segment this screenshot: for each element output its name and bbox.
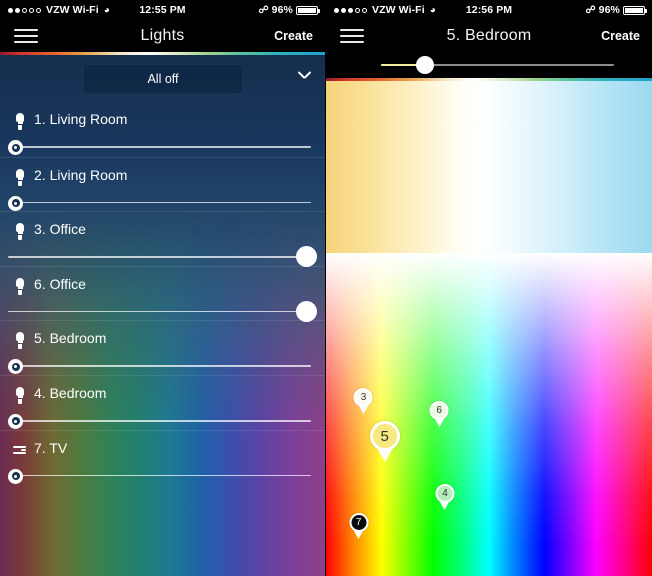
bulb-icon	[12, 332, 28, 350]
app-root: VZW Wi-Fi ◕ 12:55 PM ☍ 96% Lights Create…	[0, 0, 652, 576]
light-strip-icon	[12, 442, 28, 460]
light-row-3[interactable]: 3. Office	[0, 211, 325, 268]
light-row-5[interactable]: 5. Bedroom	[0, 320, 325, 375]
slider-knob-off[interactable]	[8, 413, 23, 429]
light-name-label: 2. Living Room	[34, 166, 128, 183]
color-marker-3[interactable]: 3	[353, 388, 373, 415]
marker-label: 4	[442, 488, 448, 500]
slider-knob-off[interactable]	[8, 140, 23, 155]
brightness-slider[interactable]	[8, 413, 317, 429]
battery-icon	[623, 5, 647, 15]
color-marker-6[interactable]: 6	[429, 401, 449, 428]
bluetooth-icon: ☍	[258, 4, 269, 16]
color-picker-canvas[interactable]: 3 6 5 4 7	[326, 81, 652, 576]
light-name-label: 5. Bedroom	[34, 330, 107, 347]
battery-percent-label: 96%	[271, 4, 293, 16]
bulb-icon	[12, 223, 28, 241]
brightness-slider[interactable]	[8, 300, 317, 322]
slider-knob-on[interactable]	[296, 300, 317, 322]
lights-list-screen: VZW Wi-Fi ◕ 12:55 PM ☍ 96% Lights Create…	[0, 0, 326, 576]
brightness-slider[interactable]	[8, 246, 317, 268]
slider-track	[16, 201, 311, 204]
hue-saturation-zone[interactable]	[326, 253, 652, 576]
color-marker-7[interactable]: 7	[349, 512, 369, 539]
light-row-2[interactable]: 2. Living Room	[0, 156, 325, 212]
slider-knob-on[interactable]	[296, 246, 317, 268]
light-row-1[interactable]: 1. Living Room	[0, 102, 325, 157]
all-off-button[interactable]: All off	[84, 65, 242, 93]
status-bar-right-group: ☍ 96%	[258, 4, 320, 16]
all-off-row: All off	[0, 55, 325, 102]
nav-bar-left: Lights Create	[0, 20, 325, 52]
marker-label: 6	[436, 405, 442, 417]
color-picker-screen: VZW Wi-Fi ◕ 12:56 PM ☍ 96% 5. Bedroom Cr…	[326, 0, 652, 576]
slider-knob-off[interactable]	[8, 359, 23, 375]
slider-track	[16, 474, 311, 477]
light-name-label: 4. Bedroom	[34, 384, 107, 401]
marker-tail	[358, 405, 369, 415]
slider-knob[interactable]	[415, 56, 434, 74]
lights-list-body: All off 1. Living Room 2. Living Room 3.…	[0, 55, 325, 576]
marker-label: 5	[380, 427, 389, 445]
marker-tail	[376, 448, 393, 463]
bulb-icon	[12, 386, 28, 405]
marker-bubble: 5	[369, 421, 400, 452]
slider-knob-off[interactable]	[8, 195, 23, 211]
chevron-down-icon[interactable]	[298, 72, 311, 85]
light-name-label: 3. Office	[34, 221, 86, 238]
light-row-7[interactable]: 7. TV	[0, 429, 325, 485]
color-marker-5[interactable]: 5	[369, 421, 400, 463]
marker-label: 3	[360, 392, 367, 404]
light-name-label: 1. Living Room	[34, 111, 128, 127]
color-marker-4[interactable]: 4	[435, 484, 455, 511]
brightness-slider[interactable]	[381, 56, 614, 74]
status-bar-right: VZW Wi-Fi ◕ 12:56 PM ☍ 96%	[326, 0, 652, 20]
battery-icon	[296, 5, 320, 15]
light-name-label: 6. Office	[34, 275, 86, 292]
nav-bar-right: 5. Bedroom Create	[326, 20, 652, 52]
color-temperature-zone[interactable]	[326, 81, 652, 253]
status-bar-right-group: ☍ 96%	[585, 4, 647, 16]
bulb-icon	[12, 277, 28, 296]
bluetooth-icon: ☍	[585, 4, 596, 16]
brightness-slider[interactable]	[8, 468, 317, 484]
slider-track	[16, 365, 311, 367]
create-button[interactable]: Create	[274, 29, 313, 43]
bulb-icon	[12, 168, 28, 187]
slider-track	[8, 256, 311, 258]
battery-percent-label: 96%	[598, 4, 620, 16]
brightness-slider[interactable]	[8, 359, 317, 375]
brightness-slider-bar	[326, 52, 652, 78]
slider-track	[16, 146, 311, 148]
light-row-4[interactable]: 6. Office	[0, 265, 325, 322]
slider-knob-off[interactable]	[8, 468, 23, 484]
marker-tail	[434, 418, 445, 428]
marker-tail	[353, 529, 364, 539]
bulb-icon	[12, 113, 28, 131]
brightness-slider[interactable]	[8, 195, 317, 211]
slider-track	[16, 419, 311, 422]
status-bar-left: VZW Wi-Fi ◕ 12:55 PM ☍ 96%	[0, 0, 325, 20]
create-button[interactable]: Create	[601, 29, 640, 43]
brightness-slider[interactable]	[8, 140, 317, 155]
marker-label: 7	[355, 516, 362, 528]
light-name-label: 7. TV	[34, 439, 68, 456]
slider-track	[8, 310, 311, 313]
marker-tail	[439, 501, 450, 511]
light-row-6[interactable]: 4. Bedroom	[0, 374, 325, 430]
